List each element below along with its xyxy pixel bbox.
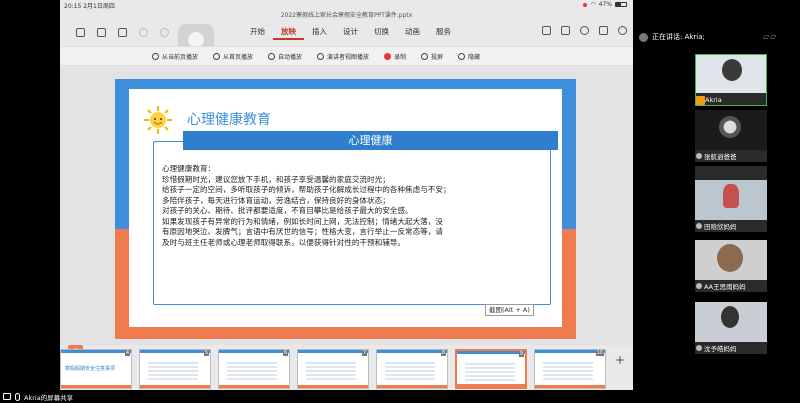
status-right: ◠ 47% (583, 1, 627, 8)
slide-orange-bottom (115, 327, 576, 339)
toolbar-right (542, 26, 627, 35)
ribbon-play-first[interactable]: 从首页播放 (213, 52, 253, 61)
sidebar-toggle-icon[interactable] (76, 28, 85, 37)
slide-header-box: 心理健康 (183, 131, 558, 150)
record-icon (384, 52, 392, 60)
add-slide-icon[interactable]: + (615, 353, 625, 367)
tab-animation[interactable]: 动画 (397, 26, 428, 40)
speaker-avatar (639, 32, 648, 42)
speaking-indicator: 正在讲话: Akria; (639, 32, 705, 42)
participant-name: 沈予皓妈妈 (704, 345, 737, 353)
mic-icon (15, 392, 20, 401)
status-bar: 20:15 2月1日周四 ◠ 47% (60, 0, 633, 10)
body-line: 心理健康教育： (162, 164, 216, 173)
current-slide[interactable]: 心理健康教育 心理健康 心理健康教育： 珍惜假期时光，建议您放下手机，和孩子享受… (115, 79, 576, 339)
tab-transition[interactable]: 切换 (366, 26, 397, 40)
menu-tabs: 开始 放映 插入 设计 切换 动画 服务 (242, 26, 459, 40)
ribbon-cast[interactable]: 投屏 (421, 52, 443, 61)
thumbnail-slide-9[interactable]: 9 (455, 349, 527, 389)
play-icon[interactable] (561, 26, 570, 35)
autoplay-icon (268, 52, 276, 60)
body-line: 对孩子的关心、期待、批评都要适度，不育目攀比是给孩子最大的安全感。 (162, 206, 413, 215)
participant-tile[interactable]: 田晗欣妈妈 (695, 180, 767, 232)
ribbon-play-current[interactable]: 从当前页播放 (152, 52, 198, 61)
slide-body-text: 心理健康教育： 珍惜假期时光，建议您放下手机，和孩子享受温馨的家庭交流时光； 给… (162, 164, 542, 248)
body-line: 珍惜假期时光，建议您放下手机，和孩子享受温馨的家庭交流时光； (162, 174, 390, 184)
ribbon-presenter-view[interactable]: 演讲者视图播放 (317, 52, 369, 61)
share-icon[interactable] (542, 26, 551, 35)
thumbnail-slide-5[interactable]: 5 (139, 349, 211, 389)
user-icon[interactable] (580, 26, 589, 35)
recording-dot-icon (583, 2, 588, 7)
presenter-view-icon (317, 52, 325, 60)
ribbon-hide[interactable]: 隐藏 (458, 52, 480, 61)
ribbon-record[interactable]: 录制 (384, 52, 406, 61)
status-time: 20:15 2月1日周四 (64, 3, 115, 10)
file-icon[interactable] (97, 28, 106, 37)
slide-canvas: 心理健康教育 心理健康 心理健康教育： 珍惜假期时光，建议您放下手机，和孩子享受… (60, 67, 633, 345)
more-icon[interactable] (618, 26, 627, 35)
hide-icon (458, 52, 466, 60)
thumbnail-slide-4[interactable]: 4 寒假假期安全注意事项 (60, 349, 132, 389)
battery-percent: 47% (598, 1, 612, 8)
participant-tile[interactable]: 张航逍爸爸 (695, 110, 767, 162)
thumbnail-slide-7[interactable]: 7 (297, 349, 369, 389)
slideshow-ribbon: 从当前页播放 从首页播放 自动播放 演讲者视图播放 录制 投屏 隐藏 (60, 46, 633, 66)
participant-name: 田晗欣妈妈 (704, 223, 737, 231)
left-black-strip (0, 0, 60, 403)
screen-share-bar: Akria的屏幕共享 (0, 390, 633, 403)
screen-share-icon (3, 393, 11, 400)
tab-start[interactable]: 开始 (242, 26, 273, 40)
participants-panel: 正在讲话: Akria; ▱▱ Akria 张航逍爸爸 田晗欣妈妈 AA王思雨妈… (633, 0, 800, 403)
tab-service[interactable]: 服务 (428, 26, 459, 40)
slide-band-top (115, 79, 576, 89)
participant-name: 张航逍爸爸 (704, 153, 737, 161)
screenshot-tooltip: 截图(Alt + A) (485, 304, 534, 316)
tab-insert[interactable]: 插入 (304, 26, 335, 40)
participant-name: Akria (705, 96, 722, 104)
body-line: 多陪伴孩子，每天进行体育运动，劳逸结合，保持良好的身体状态； (162, 195, 390, 205)
comment-icon[interactable] (599, 26, 608, 35)
save-icon[interactable] (118, 28, 127, 37)
shared-screen: 20:15 2月1日周四 ◠ 47% 2022寒假线上家长会寒假安全教育PPT课… (60, 0, 633, 403)
participant-name: AA王思雨妈妈 (704, 283, 746, 291)
battery-icon (615, 2, 627, 7)
thumbnail-slide-8[interactable]: 8 (376, 349, 448, 389)
wifi-icon: ◠ (590, 1, 596, 8)
redo-icon[interactable] (160, 28, 169, 37)
slide-band-right (562, 79, 576, 229)
play-current-icon (152, 52, 159, 60)
thumbnail-slide-6[interactable]: 6 (218, 349, 290, 389)
body-line: 及时与班主任老师或心理老师取得联系，以便获得针对性的干预和辅导。 (162, 237, 405, 247)
mic-active-icon (696, 96, 705, 105)
ribbon-autoplay[interactable]: 自动播放 (268, 52, 302, 61)
share-label: Akria的屏幕共享 (24, 393, 74, 402)
body-line: 给孩子一定的空间，多听取孩子的倾诉，帮助孩子化解成长过程中的各种焦虑与不安； (162, 185, 451, 194)
tab-design[interactable]: 设计 (335, 26, 366, 40)
cast-icon (421, 52, 429, 60)
participant-tile[interactable]: 沈予皓妈妈 (695, 302, 767, 354)
body-line: 如果发现孩子有异常的行为和情绪，例如长时间上网，无法控制；情绪大起大落，没 (162, 216, 443, 226)
thumbnail-strip: P 4寒假假期安全注意事项 5 6 7 8 9 10 + (60, 345, 633, 391)
thumbnail-slide-10[interactable]: 10 (534, 349, 606, 389)
play-first-icon (213, 52, 221, 60)
sun-icon (144, 106, 172, 134)
undo-icon[interactable] (139, 28, 148, 37)
layout-icon[interactable]: ▱▱ (763, 32, 777, 41)
slide-orange-right (562, 229, 576, 339)
tab-slideshow[interactable]: 放映 (273, 26, 304, 40)
body-line: 有原因地哭泣、发脾气；言语中有厌世的信号；性格大变，言行举止一反常态等，请 (162, 227, 443, 236)
participant-tile[interactable]: Akria (695, 54, 767, 106)
slide-title: 心理健康教育 (187, 112, 271, 128)
slide-orange-left (115, 229, 129, 339)
participant-tile[interactable]: AA王思雨妈妈 (695, 240, 767, 292)
